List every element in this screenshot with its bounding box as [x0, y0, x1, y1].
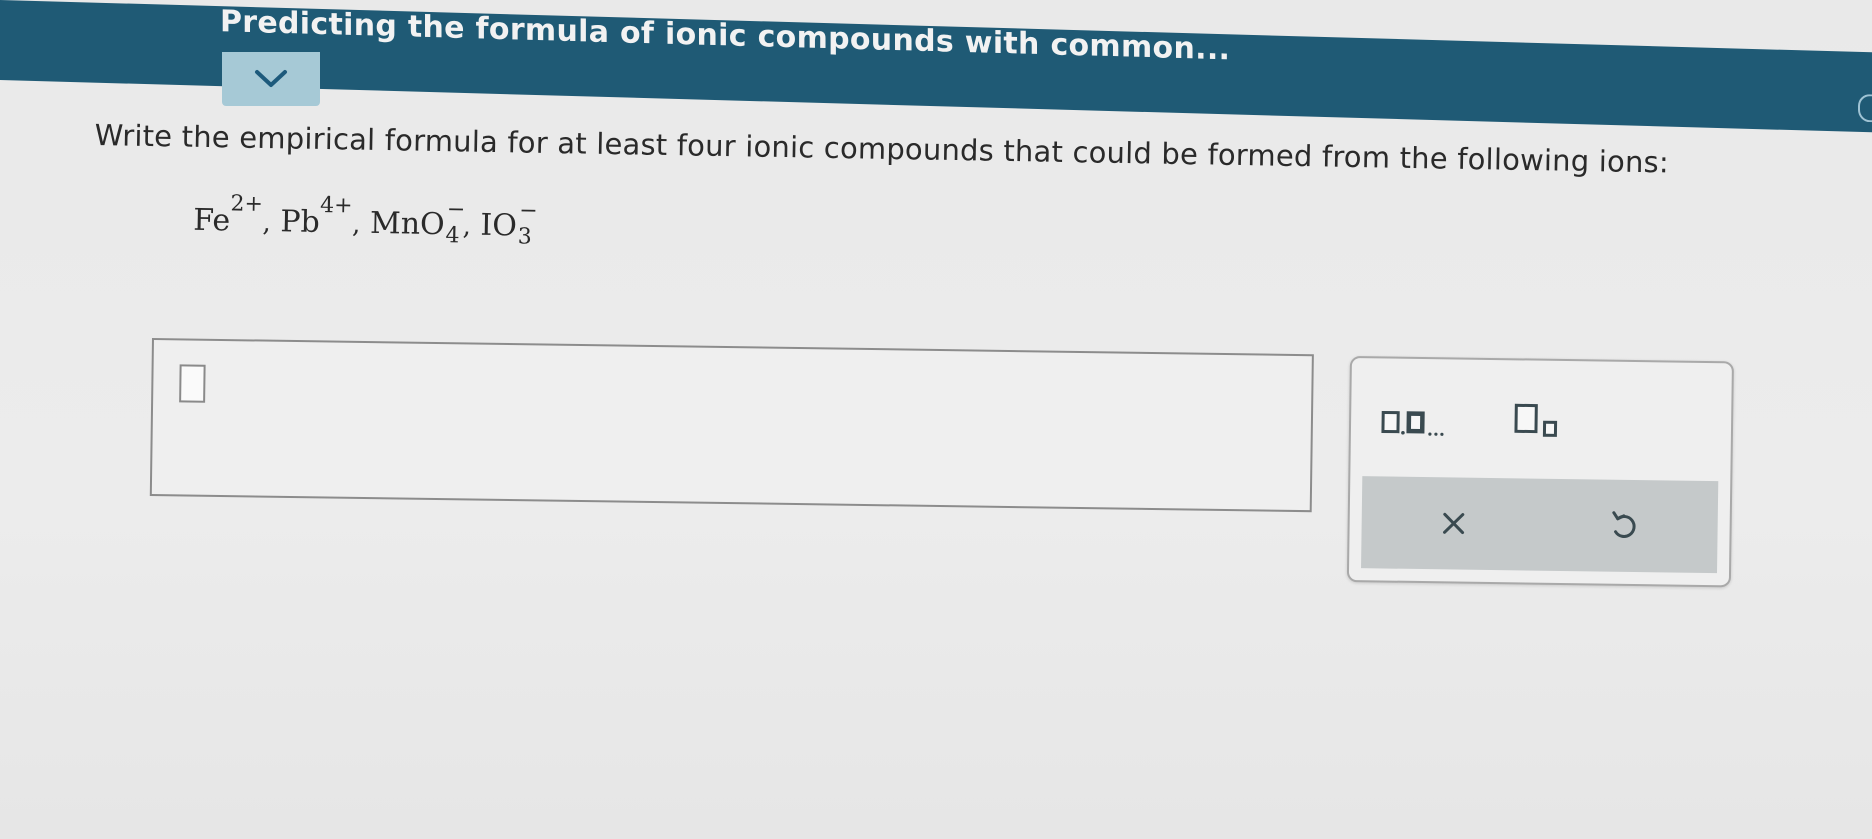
ion-charge: −: [518, 198, 538, 224]
ion-charge: 4+: [319, 192, 353, 219]
undo-icon: [1612, 511, 1636, 538]
multi-entry-button[interactable]: [1381, 406, 1471, 441]
answer-input[interactable]: [149, 338, 1314, 513]
side-panel-icon[interactable]: [1858, 93, 1872, 123]
clear-button[interactable]: [1421, 499, 1486, 548]
math-palette: [1346, 356, 1734, 588]
ion-base: Fe: [192, 202, 231, 239]
ion-fe: Fe2+: [193, 184, 263, 242]
ion-separator: ,: [351, 209, 361, 240]
ion-permanganate: MnO −4: [369, 197, 466, 249]
ion-subscript: 4: [445, 223, 460, 249]
question-content: Write the empirical formula for at least…: [93, 118, 1815, 270]
ion-list: Fe2+, Pb4+, MnO −4, IO −3: [193, 184, 1814, 270]
ion-charge: −: [446, 197, 466, 223]
undo-button[interactable]: [1591, 501, 1656, 550]
ion-charge: 2+: [230, 191, 264, 217]
list-of-boxes-icon: [1381, 410, 1444, 436]
ion-script-stack: −3: [517, 198, 538, 250]
question-prompt: Write the empirical formula for at least…: [94, 118, 1670, 180]
ion-base: MnO: [369, 205, 445, 243]
palette-action-bar: [1361, 476, 1719, 574]
assignment-title: Predicting the formula of ionic compound…: [220, 4, 1231, 68]
ion-base: Pb: [280, 204, 321, 240]
subscript-box-icon: [1514, 403, 1558, 437]
ion-subscript: 3: [517, 224, 532, 250]
chevron-down-icon: [255, 70, 287, 87]
x-icon: [1443, 512, 1465, 535]
ion-iodate: IO −3: [480, 198, 538, 250]
subscript-button[interactable]: [1513, 402, 1574, 443]
ion-script-stack: −4: [444, 197, 465, 249]
answer-placeholder-box[interactable]: [179, 364, 206, 403]
ion-pb: Pb4+: [280, 185, 353, 243]
ion-base: IO: [480, 207, 518, 244]
ion-separator: ,: [262, 207, 272, 239]
collapse-header-button[interactable]: [222, 52, 320, 106]
